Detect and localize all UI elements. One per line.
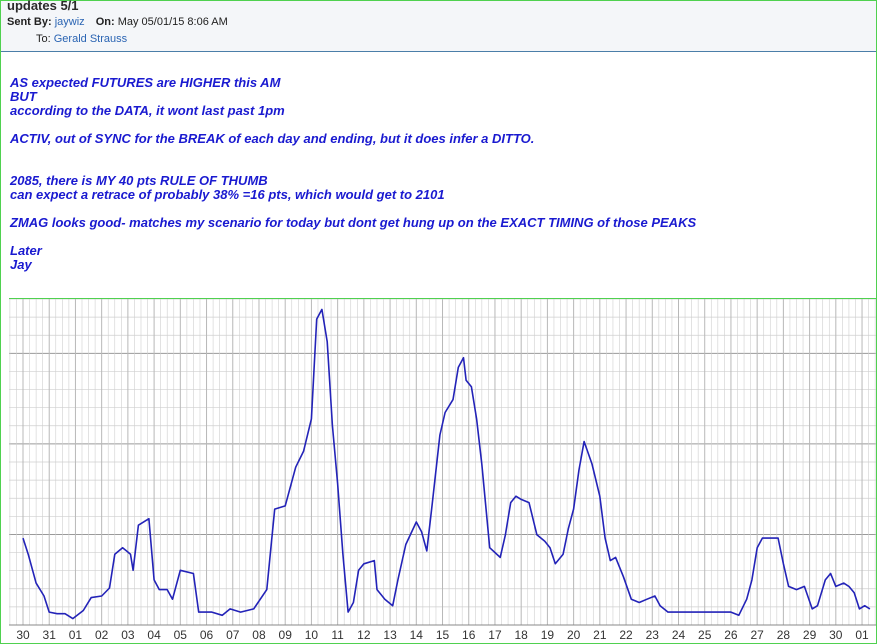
x-tick-label: 29 (803, 628, 817, 642)
x-tick-label: 11 (331, 628, 344, 642)
x-tick-label: 04 (147, 628, 161, 642)
x-tick-label: 01 (69, 628, 83, 642)
x-tick-label: 14 (410, 628, 424, 642)
sent-by-label: Sent By: (7, 16, 52, 28)
recipient-link[interactable]: Gerald Strauss (54, 33, 127, 45)
body-line: Jay (10, 257, 32, 272)
x-tick-label: 16 (462, 628, 476, 642)
chart: 30 31 01 02 03 04 05 06 07 08 09 10 11 12 13 14 15 16 17 18… (9, 298, 876, 644)
x-tick-label: 06 (200, 628, 214, 642)
email-subject: updates 5/1 (7, 0, 79, 13)
body-line: according to the DATA, it wont last past… (10, 103, 285, 118)
body-line: AS expected FUTURES are HIGHER this AM (10, 75, 281, 90)
x-tick-label: 23 (646, 628, 660, 642)
x-tick-label: 28 (777, 628, 791, 642)
body-line: ZMAG looks good- matches my scenario for… (10, 215, 697, 230)
x-tick-label: 17 (488, 628, 502, 642)
x-tick-label: 08 (252, 628, 266, 642)
x-tick-label: 21 (593, 628, 607, 642)
x-tick-label: 25 (698, 628, 712, 642)
x-tick-label: 31 (43, 628, 57, 642)
body-blank-line (10, 230, 860, 244)
x-tick-label: 15 (436, 628, 450, 642)
body-line: Later (10, 243, 42, 258)
x-tick-label: 18 (515, 628, 529, 642)
line-chart-svg: 30 31 01 02 03 04 05 06 07 08 09 10 11 12 13 14 15 16 17 18… (9, 299, 876, 642)
x-tick-label: 05 (174, 628, 188, 642)
body-line: BUT (10, 89, 37, 104)
x-tick-label: 26 (724, 628, 738, 642)
x-tick-label: 22 (619, 628, 633, 642)
body-line: can expect a retrace of probably 38% =16… (10, 187, 445, 202)
x-tick-label: 01 (855, 628, 869, 642)
x-tick-label: 13 (383, 628, 397, 642)
body-blank-line (10, 146, 860, 160)
body-line: ACTIV, out of SYNC for the BREAK of each… (10, 131, 535, 146)
body-blank-line (10, 160, 860, 174)
x-tick-label: 27 (750, 628, 764, 642)
body-line: 2085, there is MY 40 pts RULE OF THUMB (10, 173, 268, 188)
sender-link[interactable]: jaywiz (55, 16, 85, 28)
x-tick-label: 09 (279, 628, 293, 642)
on-label: On: (95, 16, 115, 28)
sent-date: May 05/01/15 8:06 AM (117, 16, 228, 28)
email-header: updates 5/1 Sent By: jaywiz On: May 05/0… (1, 0, 876, 52)
body-blank-line (10, 118, 860, 132)
x-tick-label: 02 (95, 628, 109, 642)
body-blank-line (10, 202, 860, 216)
x-tick-label: 19 (541, 628, 555, 642)
x-tick-label: 12 (357, 628, 371, 642)
sender-line: Sent By: jaywiz On: May 05/01/15 8:06 AM (7, 16, 228, 28)
x-tick-label: 03 (121, 628, 135, 642)
x-tick-label: 10 (305, 628, 319, 642)
x-tick-label: 20 (567, 628, 581, 642)
recipient-line: To: Gerald Strauss (36, 33, 127, 45)
x-tick-label: 07 (226, 628, 240, 642)
email-body: AS expected FUTURES are HIGHER this AM BU… (10, 76, 860, 272)
to-label: To: (36, 33, 51, 45)
x-tick-label: 30 (16, 628, 30, 642)
x-tick-label: 30 (829, 628, 843, 642)
x-tick-label: 24 (672, 628, 686, 642)
